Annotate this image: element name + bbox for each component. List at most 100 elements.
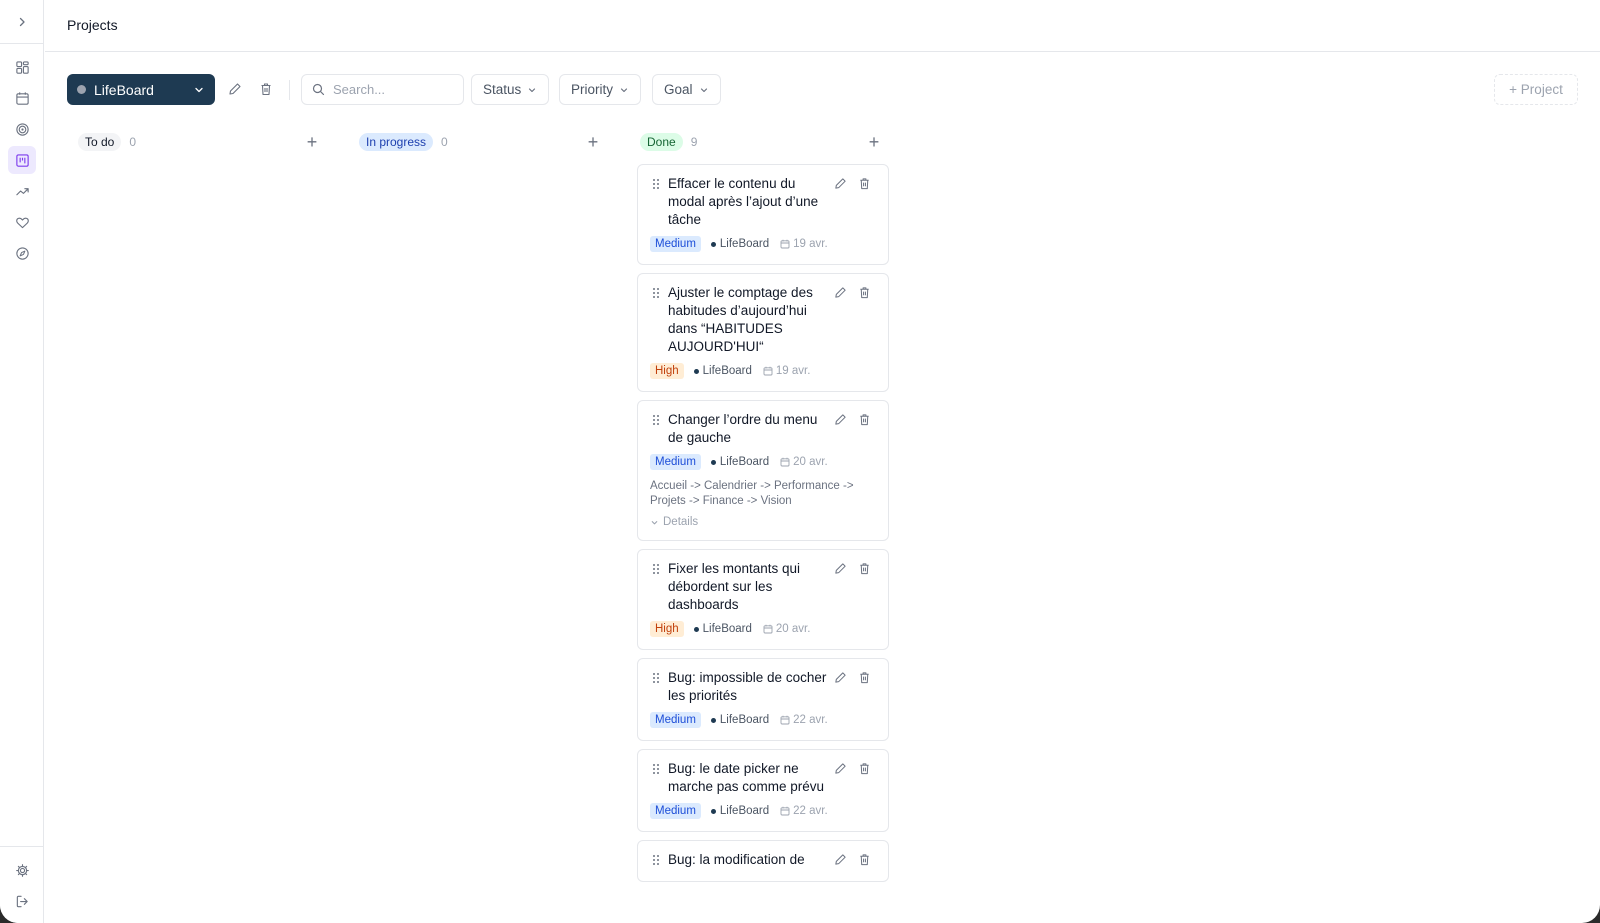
trash-icon xyxy=(858,762,871,779)
sidebar-item-habits[interactable] xyxy=(8,208,36,236)
edit-task-button[interactable] xyxy=(834,413,847,431)
dashboard-icon xyxy=(15,60,29,74)
calendar-icon xyxy=(763,624,773,634)
edit-task-button[interactable] xyxy=(834,671,847,689)
task-meta: Medium LifeBoard 22 avr. xyxy=(650,712,876,728)
drag-handle-icon[interactable] xyxy=(652,854,660,866)
project-selector[interactable]: LifeBoard xyxy=(67,74,215,105)
project-dot xyxy=(710,717,716,723)
status-filter-label: Status xyxy=(483,82,522,97)
drag-handle-icon[interactable] xyxy=(652,763,660,775)
goal-filter[interactable]: Goal xyxy=(652,74,721,105)
edit-task-button[interactable] xyxy=(834,286,847,304)
task-date-label: 22 avr. xyxy=(793,805,828,817)
sidebar-item-performance[interactable] xyxy=(8,177,36,205)
task-date: 20 avr. xyxy=(780,456,828,468)
project-dot xyxy=(693,626,699,632)
task-meta: Medium LifeBoard 22 avr. xyxy=(650,803,876,819)
add-task-done-button[interactable]: + xyxy=(864,132,884,152)
task-title: Fixer les montants qui débordent sur les… xyxy=(668,561,801,612)
task-title: Changer l’ordre du menu de gauche xyxy=(668,412,818,445)
details-label: Details xyxy=(663,516,699,528)
column-in-progress-label: In progress xyxy=(359,133,434,151)
project-dot xyxy=(693,368,699,374)
sidebar-item-goals[interactable] xyxy=(8,115,36,143)
sidebar-item-calendar[interactable] xyxy=(8,84,36,112)
pencil-icon xyxy=(834,177,847,194)
app-window: Projects LifeBoard Status Priority Goal … xyxy=(0,0,1600,923)
search-input[interactable] xyxy=(333,82,453,97)
pencil-icon xyxy=(834,671,847,688)
pencil-icon xyxy=(834,562,847,579)
sidebar-item-vision[interactable] xyxy=(8,239,36,267)
drag-handle-icon[interactable] xyxy=(652,287,660,299)
drag-handle-icon[interactable] xyxy=(652,178,660,190)
sidebar-toggle-button[interactable] xyxy=(0,0,44,44)
status-filter[interactable]: Status xyxy=(471,74,550,105)
delete-task-button[interactable] xyxy=(858,853,871,871)
task-card[interactable]: Changer l’ordre du menu de gauche Medium… xyxy=(637,400,889,541)
sidebar-item-dashboard[interactable] xyxy=(8,53,36,81)
sidebar xyxy=(0,0,44,923)
task-card[interactable]: Ajuster le comptage des habitudes d’aujo… xyxy=(637,273,889,392)
task-card[interactable]: Fixer les montants qui débordent sur les… xyxy=(637,549,889,650)
project-color-dot xyxy=(77,85,86,94)
task-title: Bug: impossible de cocher les priorités xyxy=(668,670,827,703)
drag-handle-icon[interactable] xyxy=(652,414,660,426)
priority-badge: Medium xyxy=(650,236,701,252)
task-description: Accueil -> Calendrier -> Performance -> … xyxy=(650,480,854,507)
priority-filter[interactable]: Priority xyxy=(559,74,642,105)
chevron-down-icon xyxy=(620,87,628,92)
search-box[interactable] xyxy=(301,74,464,105)
task-date: 22 avr. xyxy=(780,805,828,817)
sidebar-item-logout[interactable] xyxy=(8,887,36,915)
delete-task-button[interactable] xyxy=(858,562,871,580)
delete-task-button[interactable] xyxy=(858,286,871,304)
sidebar-item-projects[interactable] xyxy=(8,146,36,174)
project-dot xyxy=(710,459,716,465)
priority-badge: Medium xyxy=(650,454,701,470)
task-meta: High LifeBoard 20 avr. xyxy=(650,621,876,637)
drag-handle-icon[interactable] xyxy=(652,672,660,684)
edit-task-button[interactable] xyxy=(834,762,847,780)
search-icon xyxy=(312,83,325,96)
drag-handle-icon[interactable] xyxy=(652,563,660,575)
task-title: Effacer le contenu du modal après l’ajou… xyxy=(668,176,819,227)
task-meta: Medium LifeBoard 20 avr. xyxy=(650,454,876,470)
target-icon xyxy=(15,122,29,136)
task-card[interactable]: Bug: le date picker ne marche pas comme … xyxy=(637,749,889,832)
add-task-todo-button[interactable]: + xyxy=(302,132,322,152)
delete-task-button[interactable] xyxy=(858,762,871,780)
task-date: 19 avr. xyxy=(780,238,828,250)
delete-task-button[interactable] xyxy=(858,671,871,689)
kanban-icon xyxy=(15,153,29,167)
task-card[interactable]: Bug: la modification de xyxy=(637,840,889,882)
task-title: Bug: le date picker ne marche pas comme … xyxy=(668,761,825,794)
task-project: LifeBoard xyxy=(710,805,769,817)
add-project-button[interactable]: + Project xyxy=(1494,74,1578,105)
pencil-icon xyxy=(834,413,847,430)
edit-task-button[interactable] xyxy=(834,177,847,195)
sidebar-divider xyxy=(0,846,44,847)
task-card[interactable]: Bug: impossible de cocher les priorités … xyxy=(637,658,889,741)
column-in-progress-header: In progress 0 xyxy=(359,132,448,152)
task-project-name: LifeBoard xyxy=(719,238,770,250)
task-card[interactable]: Effacer le contenu du modal après l’ajou… xyxy=(637,164,889,265)
details-toggle[interactable]: Details xyxy=(650,516,876,528)
column-done-header: Done 9 xyxy=(640,132,697,152)
task-date: 19 avr. xyxy=(763,365,810,377)
delete-task-button[interactable] xyxy=(858,177,871,195)
add-task-in-progress-button[interactable]: + xyxy=(583,132,603,152)
calendar-icon xyxy=(15,91,29,105)
edit-task-button[interactable] xyxy=(834,853,847,871)
sidebar-item-settings[interactable] xyxy=(8,856,36,884)
calendar-icon xyxy=(780,806,790,816)
edit-task-button[interactable] xyxy=(834,562,847,580)
delete-project-button[interactable] xyxy=(255,78,277,100)
project-selector-label: LifeBoard xyxy=(94,81,154,98)
delete-task-button[interactable] xyxy=(858,413,871,431)
chevron-right-icon xyxy=(19,17,25,26)
chevron-down-icon xyxy=(195,87,203,92)
compass-icon xyxy=(15,246,29,260)
edit-project-button[interactable] xyxy=(224,78,246,100)
